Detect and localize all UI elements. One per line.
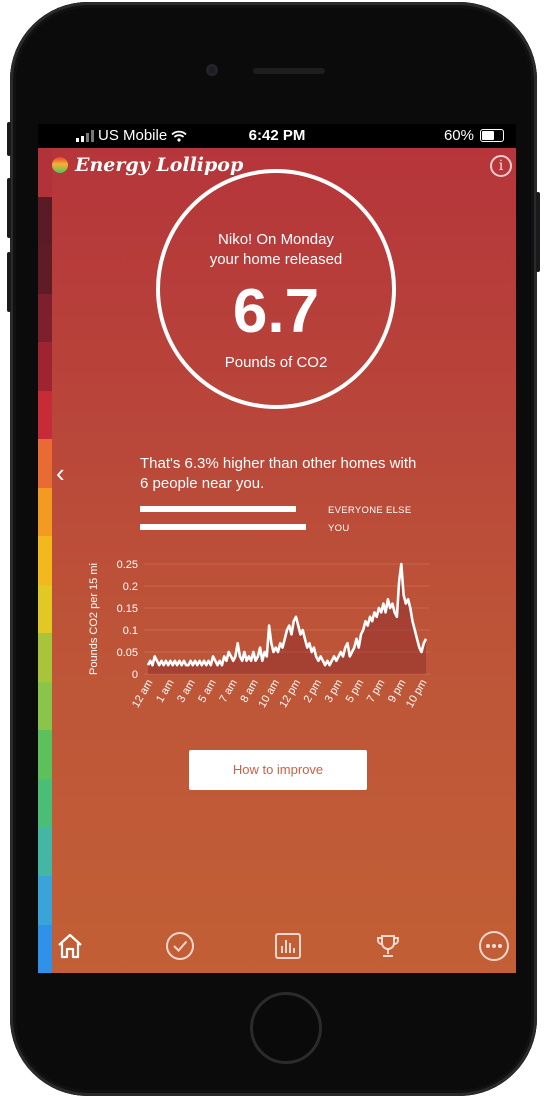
y-tick-label: 0.1: [123, 625, 138, 637]
x-tick-label: 3 am: [175, 678, 198, 705]
chevron-left-icon[interactable]: ‹: [56, 458, 65, 489]
x-tick-label: 2 pm: [302, 678, 325, 705]
x-tick-label: 7 am: [217, 678, 240, 705]
co2-value: 6.7: [232, 277, 320, 346]
earpiece-speaker: [253, 68, 325, 74]
battery-percent: 60%: [443, 127, 474, 144]
y-tick-label: 0.2: [123, 581, 138, 593]
bar-chart-icon: [275, 933, 301, 959]
info-icon[interactable]: i: [490, 155, 512, 177]
co2-unit: Pounds of CO2: [224, 354, 328, 371]
battery-group: 60%: [444, 127, 504, 144]
everyone-else-label: EVERYONE ELSE: [328, 505, 412, 516]
summary-greeting: Niko! On Monday: [218, 231, 334, 248]
summary-circle: Niko! On Monday your home released 6.7 P…: [156, 169, 396, 409]
status-bar: US Mobile 6:42 PM 60%: [38, 124, 516, 148]
x-tick-label: 3 pm: [323, 678, 346, 705]
y-tick-label: 0.05: [117, 647, 138, 659]
x-tick-label: 12 am: [130, 678, 156, 710]
x-tick-label: 5 am: [196, 678, 219, 705]
front-camera: [206, 64, 218, 76]
check-circle-icon: [166, 932, 194, 960]
energy-level-segment: [38, 439, 52, 488]
comparison-text: That's 6.3% higher than other homes with…: [140, 455, 417, 492]
everyone-else-bar: [140, 506, 296, 512]
energy-level-segment: [38, 778, 52, 828]
energy-level-strip: [38, 148, 52, 973]
energy-level-segment: [38, 584, 52, 634]
x-tick-label: 7 pm: [365, 678, 388, 705]
home-button[interactable]: [250, 992, 322, 1064]
home-icon: [58, 933, 82, 959]
you-bar: [140, 524, 306, 530]
x-tick-label: 10 pm: [404, 678, 430, 710]
energy-level-segment: [38, 633, 52, 682]
mute-switch: [7, 122, 11, 156]
energy-level-segment: [38, 487, 52, 537]
x-tick-label: 5 pm: [344, 678, 367, 705]
tab-stats[interactable]: [270, 928, 306, 964]
y-axis-label: Pounds CO2 per 15 mi: [88, 563, 100, 675]
power-button: [536, 192, 540, 272]
energy-level-segment: [38, 342, 52, 391]
energy-level-segment: [38, 196, 52, 246]
more-icon: [479, 931, 509, 961]
energy-level-segment: [38, 681, 52, 731]
energy-level-segment: [38, 875, 52, 925]
how-to-improve-button[interactable]: How to improve: [189, 750, 367, 790]
app-screen: US Mobile 6:42 PM 60% Energy Lollipop i …: [38, 124, 516, 973]
y-tick-label: 0.15: [117, 603, 138, 615]
energy-level-segment: [38, 390, 52, 440]
x-tick-label: 12 pm: [277, 678, 303, 710]
energy-level-segment: [38, 293, 52, 343]
app-name: Energy Lollipop: [75, 154, 244, 176]
energy-level-segment: [38, 536, 52, 585]
energy-level-segment: [38, 730, 52, 779]
volume-up-button: [7, 178, 11, 238]
trophy-icon: [377, 935, 399, 957]
you-label: YOU: [328, 523, 350, 534]
app-brand: Energy Lollipop: [52, 154, 243, 176]
volume-down-button: [7, 252, 11, 312]
tab-goals[interactable]: [162, 928, 198, 964]
y-tick-label: 0.25: [117, 559, 138, 571]
lollipop-logo-icon: [52, 157, 68, 173]
tab-bar: [52, 924, 516, 968]
energy-level-segment: [38, 924, 52, 973]
summary-subtitle: your home released: [209, 251, 343, 268]
x-tick-label: 1 am: [154, 678, 177, 705]
co2-usage-chart: Pounds CO2 per 15 mi 0.250.20.150.10.0501…: [88, 559, 430, 710]
energy-level-segment: [38, 148, 52, 197]
tab-leaderboard[interactable]: [370, 928, 406, 964]
series-area: [148, 564, 426, 674]
y-tick-label: 0: [132, 669, 138, 681]
tab-home[interactable]: [52, 928, 88, 964]
battery-icon: [480, 129, 504, 142]
tab-more[interactable]: [476, 928, 512, 964]
energy-level-segment: [38, 245, 52, 294]
energy-level-segment: [38, 827, 52, 876]
